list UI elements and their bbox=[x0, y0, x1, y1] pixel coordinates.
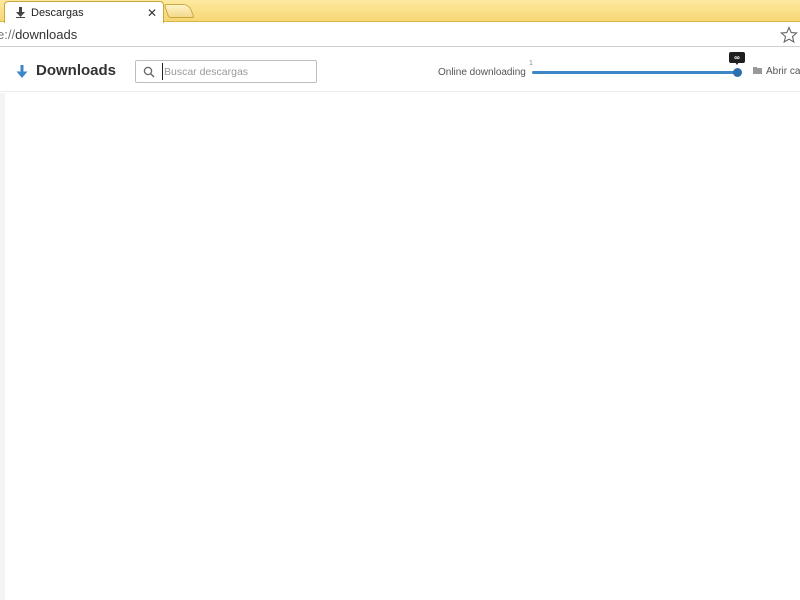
omnibox[interactable]: e://downloads bbox=[0, 27, 77, 42]
slider-value-label: ∞ bbox=[734, 52, 740, 62]
new-tab-button[interactable] bbox=[163, 4, 195, 18]
folder-icon bbox=[753, 67, 762, 74]
bookmark-star-icon[interactable] bbox=[780, 26, 798, 44]
close-icon[interactable]: ✕ bbox=[144, 5, 160, 21]
online-downloading-label: Online downloading bbox=[438, 67, 526, 78]
slider-value-tooltip: ∞ bbox=[729, 52, 745, 65]
url-path: downloads bbox=[15, 27, 78, 42]
downloads-slider[interactable]: 1 ∞ bbox=[529, 52, 745, 84]
downloads-list bbox=[0, 93, 800, 600]
toolbar: e://downloads bbox=[0, 23, 800, 47]
search-input[interactable] bbox=[162, 63, 312, 80]
tab-downloads[interactable]: Descargas ✕ bbox=[4, 1, 164, 23]
downloads-header: Downloads Online downloading 1 ∞ Abrir c… bbox=[0, 48, 800, 92]
slider-track[interactable] bbox=[532, 71, 738, 74]
tab-title: Descargas bbox=[31, 6, 84, 19]
url-scheme: e:// bbox=[0, 27, 16, 42]
slider-min-label: 1 bbox=[529, 60, 533, 67]
slider-handle[interactable] bbox=[733, 68, 742, 77]
search-icon bbox=[143, 66, 155, 78]
search-box[interactable] bbox=[135, 60, 317, 83]
open-folder-link[interactable]: Abrir car bbox=[766, 66, 800, 77]
page-title: Downloads bbox=[36, 62, 117, 79]
download-arrow-icon bbox=[16, 65, 28, 78]
tab-strip: Descargas ✕ bbox=[0, 0, 800, 23]
download-icon bbox=[15, 7, 25, 19]
